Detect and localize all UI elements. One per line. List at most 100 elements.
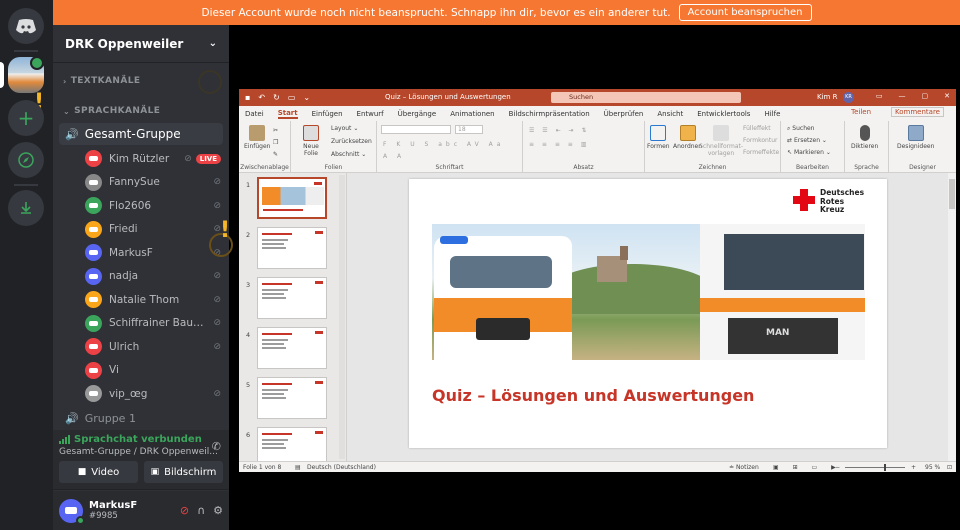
font-format-buttons[interactable]: F K U S abc AV Aa — [383, 141, 504, 148]
voice-member-row[interactable]: MarkusF ⊘ — [53, 241, 229, 265]
comments-button[interactable]: Kommentare — [891, 107, 944, 117]
paste-button[interactable]: Einfügen — [244, 125, 270, 150]
ribbon-tab[interactable]: Überprüfen — [604, 110, 644, 118]
slide-thumbnail-row[interactable]: 3 — [239, 277, 347, 325]
replace-button[interactable]: ⇄ Ersetzen ⌄ — [787, 137, 827, 144]
video-button[interactable]: ■ Video — [59, 461, 138, 483]
voice-member-row[interactable]: Schiffrainer Bauernf... ⊘ — [53, 312, 229, 336]
font-color-buttons[interactable]: A A — [383, 153, 405, 160]
ppt-user-name[interactable]: Kim R — [817, 93, 837, 101]
headphones-icon[interactable]: ∩ — [197, 504, 205, 517]
ribbon-tab[interactable]: Ansicht — [657, 110, 683, 118]
format-painter-icon[interactable]: ✎ — [273, 151, 278, 158]
download-apps-button[interactable] — [8, 190, 44, 226]
voice-member-row[interactable]: Kim Rützler ⊘ LIVE — [53, 147, 229, 171]
section-button[interactable]: Abschnitt ⌄ — [331, 151, 366, 158]
select-button[interactable]: ↖ Markieren ⌄ — [787, 149, 831, 156]
accessibility-icon[interactable]: ▤ — [295, 464, 301, 471]
maximize-icon[interactable]: ▢ — [922, 92, 929, 100]
font-size-dropdown[interactable]: 18 — [455, 125, 483, 134]
zoom-level[interactable]: 95 % — [925, 464, 940, 471]
voice-member-row[interactable]: Vi — [53, 359, 229, 383]
slide-thumbnail-row[interactable]: 1 — [239, 177, 347, 225]
voice-member-row[interactable]: Natalie Thom ⊘ — [53, 288, 229, 312]
slide-scrollbar[interactable] — [948, 173, 956, 461]
disconnect-call-icon[interactable]: ✆ — [212, 440, 221, 453]
quick-styles-button[interactable]: Schnellformat-vorlagen — [699, 125, 743, 157]
claim-account-button[interactable]: Account beanspruchen — [678, 4, 812, 21]
voice-channel-gruppe-1[interactable]: 🔊 Gruppe 1 — [59, 410, 223, 428]
voice-member-row[interactable]: FannySue ⊘ — [53, 171, 229, 195]
category-voice-channels[interactable]: ⌄ SPRACHKANÄLE — [53, 101, 229, 121]
add-server-button[interactable]: + — [8, 100, 44, 136]
ribbon-tab[interactable]: Start — [277, 109, 298, 119]
ppt-search-box[interactable]: Suchen — [551, 92, 741, 103]
mute-microphone-icon[interactable]: ⊘ — [180, 504, 189, 517]
voice-member-row[interactable]: Ulrich ⊘ — [53, 335, 229, 359]
slide-thumbnail[interactable] — [257, 277, 327, 319]
ribbon-options-icon[interactable]: ▭ — [876, 92, 883, 100]
copy-icon[interactable]: ❐ — [273, 139, 278, 146]
voice-member-row[interactable]: Friedi ⊘ — [53, 218, 229, 242]
shape-outline-button[interactable]: Formkontur — [743, 137, 777, 144]
new-slide-button[interactable]: Neue Folie — [297, 125, 325, 157]
language-status[interactable]: Deutsch (Deutschland) — [307, 464, 376, 471]
shapes-button[interactable]: Formen — [647, 125, 670, 150]
zoom-slider-knob[interactable] — [884, 464, 886, 471]
slide-thumbnail-row[interactable]: 4 — [239, 327, 347, 375]
voice-member-row[interactable]: Flo2606 ⊘ — [53, 194, 229, 218]
slide-thumbnail[interactable] — [257, 177, 327, 219]
present-icon[interactable]: ▭ — [288, 93, 296, 102]
redo-icon[interactable]: ↻ — [273, 93, 280, 102]
ribbon-tab[interactable]: Datei — [245, 110, 264, 118]
design-ideas-button[interactable]: Designideen — [897, 125, 934, 150]
undo-icon[interactable]: ↶ — [258, 93, 265, 102]
notes-button[interactable]: ≐ Notizen — [729, 464, 759, 471]
discord-home-button[interactable] — [8, 8, 44, 44]
ribbon-tab[interactable]: Entwicklertools — [697, 110, 750, 118]
view-buttons[interactable]: ▣ ⊞ ▭ ▶ — [773, 464, 842, 471]
slide-thumbnail-row[interactable]: 5 — [239, 377, 347, 425]
cut-icon[interactable]: ✂ — [273, 127, 278, 134]
slide-thumbnail[interactable] — [257, 227, 327, 269]
slide-thumbnail-row[interactable]: 2 — [239, 227, 347, 275]
ribbon-tab[interactable]: Entwurf — [357, 110, 384, 118]
server-header[interactable]: DRK Oppenweiler ⌄ — [53, 25, 229, 63]
share-button[interactable]: Teilen — [851, 108, 871, 116]
screen-share-button[interactable]: ▣ Bildschirm — [144, 461, 223, 483]
save-icon[interactable]: ▪ — [245, 93, 250, 102]
shape-effects-button[interactable]: Formeffekte — [743, 149, 779, 156]
find-button[interactable]: ⌕ Suchen — [787, 125, 815, 133]
fit-slide-icon[interactable]: ⊡ — [947, 464, 952, 471]
zoom-slider[interactable] — [845, 467, 905, 468]
ribbon-tab[interactable]: Animationen — [450, 110, 494, 118]
slide-title[interactable]: Quiz – Lösungen und Auswertungen — [432, 386, 754, 405]
list-buttons[interactable]: ☰ ☰ ⇤ ⇥ ⇅ — [529, 127, 589, 134]
ribbon-tab[interactable]: Hilfe — [764, 110, 780, 118]
zoom-in-icon[interactable]: + — [911, 464, 916, 471]
close-icon[interactable]: ✕ — [944, 92, 950, 100]
gear-icon[interactable]: ⚙ — [213, 504, 223, 517]
font-name-dropdown[interactable] — [381, 125, 451, 134]
current-slide[interactable]: Deutsches Rotes Kreuz MAN Quiz – Lösunge… — [409, 179, 887, 448]
voice-member-row[interactable]: nadja ⊘ — [53, 265, 229, 289]
dictate-button[interactable]: Diktieren — [851, 125, 878, 150]
ppt-user-badge[interactable]: KR — [843, 92, 854, 103]
ribbon-tab[interactable]: Bildschirmpräsentation — [509, 110, 590, 118]
ribbon-tab[interactable]: Übergänge — [398, 110, 437, 118]
shape-fill-button[interactable]: Fülleffekt — [743, 125, 771, 132]
voice-member-row[interactable]: vip_œg ⊘ — [53, 382, 229, 406]
zoom-out-icon[interactable]: − — [835, 464, 840, 471]
explore-servers-button[interactable] — [8, 142, 44, 178]
avatar[interactable] — [59, 498, 85, 525]
voice-channel-gesamt-gruppe[interactable]: 🔊 Gesamt-Gruppe — [59, 123, 223, 145]
reset-button[interactable]: Zurücksetzen — [331, 138, 372, 145]
align-buttons[interactable]: ≡ ≡ ≡ ≡ ▥ — [529, 141, 589, 148]
slide-thumbnail[interactable] — [257, 327, 327, 369]
arrange-button[interactable]: Anordnen — [673, 125, 702, 150]
quick-access-chevron-icon[interactable]: ⌄ — [303, 93, 310, 102]
ribbon-tab[interactable]: Einfügen — [312, 110, 343, 118]
voice-location[interactable]: Gesamt-Gruppe / DRK Oppenweil... — [59, 447, 223, 457]
slide-thumbnail[interactable] — [257, 377, 327, 419]
layout-button[interactable]: Layout ⌄ — [331, 125, 358, 132]
